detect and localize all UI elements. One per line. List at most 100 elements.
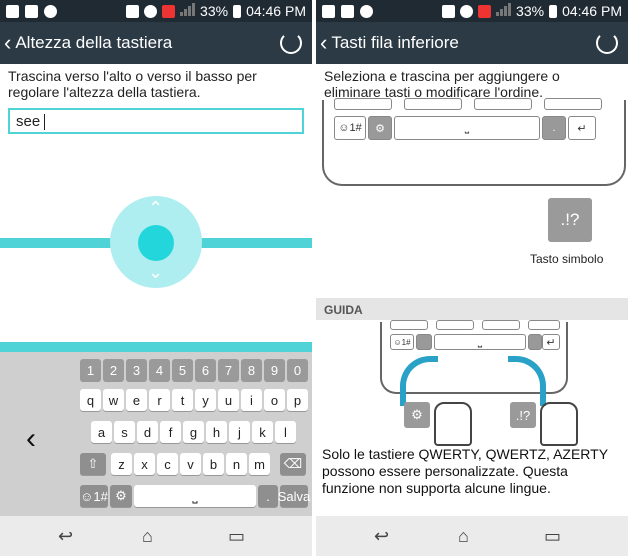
signal-icon: [496, 3, 512, 19]
key-f[interactable]: f: [160, 421, 181, 443]
reset-icon[interactable]: [280, 32, 302, 54]
message-icon: [360, 4, 373, 18]
key-8[interactable]: 8: [241, 359, 262, 381]
text-input[interactable]: see: [8, 108, 304, 134]
recent-apps-icon[interactable]: ▭: [228, 526, 245, 547]
key-s[interactable]: s: [114, 421, 135, 443]
emoji-numbers-key: ☺1#: [390, 334, 414, 350]
key-h[interactable]: h: [206, 421, 227, 443]
height-slider-handle[interactable]: [138, 225, 174, 261]
period-key[interactable]: .: [258, 485, 278, 507]
battery-icon: [549, 4, 558, 18]
hand-icon: [434, 402, 472, 446]
back-chevron-icon[interactable]: ‹: [320, 30, 327, 56]
space-key[interactable]: ⎵: [394, 116, 540, 140]
back-icon[interactable]: ↩: [58, 526, 73, 547]
preview-key: [334, 98, 392, 110]
no-sim-icon: [162, 4, 176, 18]
home-icon[interactable]: ⌂: [142, 526, 153, 547]
preview-key: [544, 98, 602, 110]
recent-apps-icon[interactable]: ▭: [544, 526, 561, 547]
battery-icon: [233, 4, 242, 18]
enter-icon[interactable]: ↵: [568, 116, 596, 140]
home-icon[interactable]: ⌂: [458, 526, 469, 547]
period-key[interactable]: .: [542, 116, 566, 140]
chevron-up-icon: ⌃: [148, 198, 164, 218]
key-j[interactable]: j: [229, 421, 250, 443]
backspace-icon[interactable]: ⌫: [280, 453, 306, 475]
emoji-numbers-key[interactable]: ☺1#: [80, 485, 108, 507]
key-i[interactable]: i: [241, 389, 262, 411]
preview-key: [404, 98, 462, 110]
key-4[interactable]: 4: [149, 359, 170, 381]
key-5[interactable]: 5: [172, 359, 193, 381]
key-3[interactable]: 3: [126, 359, 147, 381]
key-d[interactable]: d: [137, 421, 158, 443]
navigation-bar: ↩ ⌂ ▭: [0, 516, 312, 556]
gear-icon[interactable]: ⚙: [110, 485, 132, 507]
bottom-row-keys-screen: 33% 04:46 PM ‹ Tasti fila inferiore Sele…: [316, 0, 628, 556]
wifi-icon: [144, 4, 158, 18]
key-p[interactable]: p: [287, 389, 308, 411]
guide-key: [528, 334, 542, 350]
emoji-numbers-key[interactable]: ☺1#: [334, 116, 366, 140]
key-t[interactable]: t: [172, 389, 193, 411]
keyboard-resize-handle[interactable]: [0, 342, 312, 352]
instructions-text: Trascina verso l'alto o verso il basso p…: [8, 68, 257, 100]
page-title: Altezza della tastiera: [15, 33, 173, 52]
key-1[interactable]: 1: [80, 359, 101, 381]
status-bar: 33% 04:46 PM: [316, 0, 628, 22]
status-bar: 33% 04:46 PM: [0, 0, 312, 22]
key-6[interactable]: 6: [195, 359, 216, 381]
key-7[interactable]: 7: [218, 359, 239, 381]
key-2[interactable]: 2: [103, 359, 124, 381]
reset-icon[interactable]: [596, 32, 618, 54]
page-title: Tasti fila inferiore: [331, 33, 459, 52]
key-v[interactable]: v: [180, 453, 201, 475]
message-icon: [44, 4, 57, 18]
key-e[interactable]: e: [126, 389, 147, 411]
no-sim-icon: [478, 4, 492, 18]
wifi-icon: [460, 4, 474, 18]
back-icon[interactable]: ↩: [374, 526, 389, 547]
gear-icon[interactable]: ⚙: [368, 116, 392, 140]
key-z[interactable]: z: [111, 453, 132, 475]
key-a[interactable]: a: [91, 421, 112, 443]
key-m[interactable]: m: [249, 453, 270, 475]
image-icon: [25, 4, 38, 18]
space-key[interactable]: ⎵: [134, 485, 256, 507]
key-q[interactable]: q: [80, 389, 101, 411]
key-b[interactable]: b: [203, 453, 224, 475]
symbol-key-button[interactable]: .!?: [548, 198, 592, 242]
key-l[interactable]: l: [275, 421, 296, 443]
key-g[interactable]: g: [183, 421, 204, 443]
key-r[interactable]: r: [149, 389, 170, 411]
navigation-bar: ↩ ⌂ ▭: [316, 516, 628, 556]
key-u[interactable]: u: [218, 389, 239, 411]
key-w[interactable]: w: [103, 389, 124, 411]
key-c[interactable]: c: [157, 453, 178, 475]
key-k[interactable]: k: [252, 421, 273, 443]
battery-percent: 33%: [516, 3, 545, 19]
key-o[interactable]: o: [264, 389, 285, 411]
key-y[interactable]: y: [195, 389, 216, 411]
gear-icon: ⚙: [404, 402, 430, 428]
key-x[interactable]: x: [134, 453, 155, 475]
vibrate-icon: [442, 4, 456, 18]
preview-key: [436, 320, 474, 330]
save-button[interactable]: Salva: [278, 485, 310, 507]
back-chevron-icon[interactable]: ‹: [4, 30, 11, 56]
signal-icon: [180, 3, 196, 19]
input-value: see: [16, 113, 41, 130]
preview-key: [474, 98, 532, 110]
preview-key: [528, 320, 560, 330]
chevron-left-icon[interactable]: ‹: [26, 422, 36, 456]
enter-icon: ↵: [542, 334, 560, 350]
shift-icon[interactable]: ⇧: [80, 453, 106, 475]
keyboard-height-screen: 33% 04:46 PM ‹ Altezza della tastiera Tr…: [0, 0, 312, 556]
battery-percent: 33%: [200, 3, 229, 19]
key-9[interactable]: 9: [264, 359, 285, 381]
key-n[interactable]: n: [226, 453, 247, 475]
key-0[interactable]: 0: [287, 359, 308, 381]
vibrate-icon: [126, 4, 140, 18]
